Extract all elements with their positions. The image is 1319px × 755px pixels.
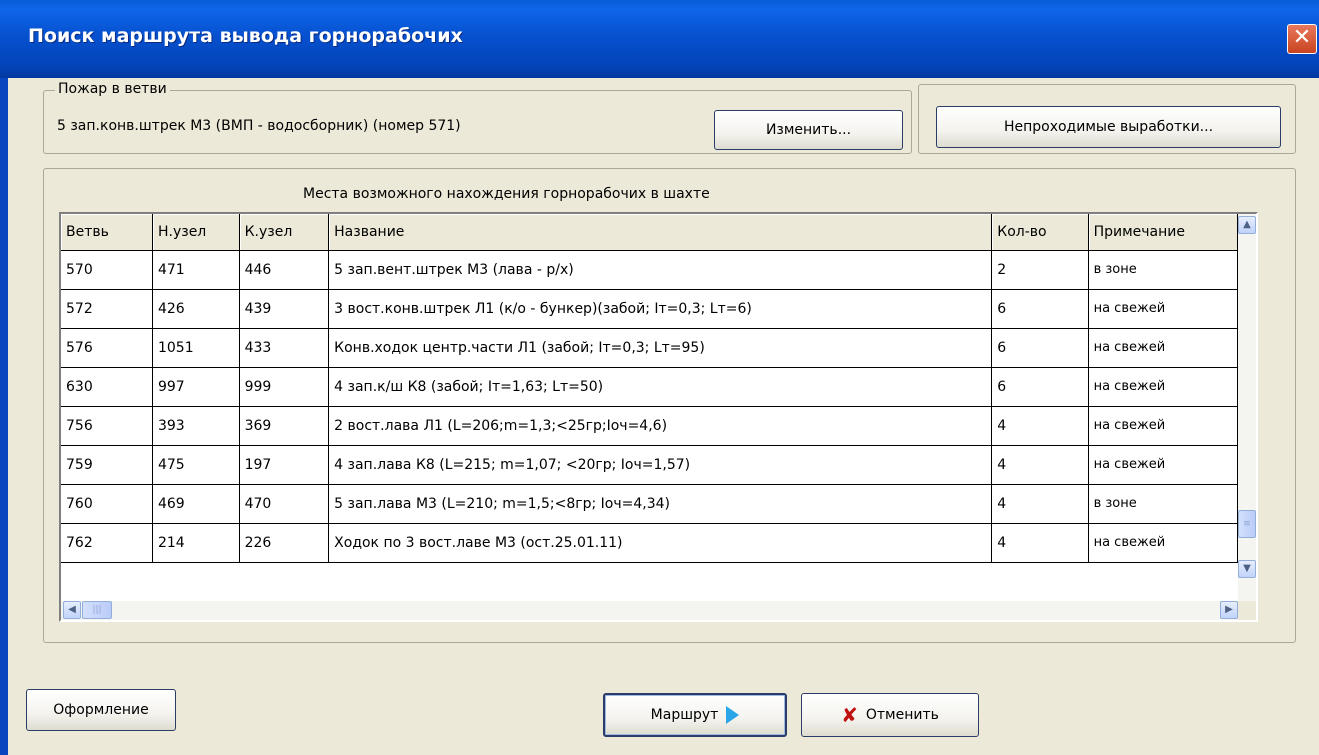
cell-note: на свежей	[1088, 289, 1238, 329]
cancel-button[interactable]: ✘ Отменить	[801, 693, 979, 737]
column-header-name[interactable]: Название	[328, 214, 993, 251]
column-header-count[interactable]: Кол-во	[991, 214, 1089, 251]
table-row[interactable]: 760 469 470 5 зап.лава М3 (L=210; m=1,5;…	[61, 484, 1238, 524]
column-header-branch[interactable]: Ветвь	[61, 214, 153, 251]
cell-start-node: 214	[152, 523, 240, 563]
cell-branch: 762	[61, 523, 153, 563]
cell-name: 4 зап.лава К8 (L=215; m=1,07; <20гр; Iоч…	[328, 445, 993, 485]
design-button[interactable]: Оформление	[26, 689, 176, 731]
table-caption: Места возможного нахождения горнорабочих…	[303, 186, 710, 202]
cell-end-node: 439	[239, 289, 330, 329]
scroll-left-button[interactable]: ◀	[63, 601, 81, 619]
cell-start-node: 997	[152, 367, 240, 407]
cell-start-node: 393	[152, 406, 240, 446]
cancel-button-label: Отменить	[865, 707, 939, 723]
chevron-right-icon: ▶	[1225, 604, 1233, 615]
workers-table: Ветвь Н.узел К.узел Название Кол-во Прим…	[61, 214, 1238, 563]
table-row[interactable]: 756 393 369 2 вост.лава Л1 (L=206;m=1,3;…	[61, 406, 1238, 446]
cell-end-node: 999	[239, 367, 330, 407]
cell-count: 6	[991, 367, 1089, 407]
chevron-down-icon: ▼	[1243, 563, 1251, 574]
cell-note: на свежей	[1088, 367, 1238, 407]
route-button[interactable]: Маршрут	[603, 693, 787, 737]
cell-name: Ходок по 3 вост.лаве М3 (ост.25.01.11)	[328, 523, 993, 563]
cell-branch: 759	[61, 445, 153, 485]
route-button-label: Маршрут	[650, 707, 719, 723]
cell-end-node: 369	[239, 406, 330, 446]
column-header-start-node[interactable]: Н.узел	[152, 214, 240, 251]
table-row[interactable]: 759 475 197 4 зап.лава К8 (L=215; m=1,07…	[61, 445, 1238, 485]
cell-count: 2	[991, 250, 1089, 290]
cell-count: 4	[991, 445, 1089, 485]
close-icon: ✕	[1292, 25, 1312, 50]
cell-note: на свежей	[1088, 406, 1238, 446]
chevron-left-icon: ◀	[68, 604, 76, 615]
impassable-workings-button[interactable]: Непроходимые выработки...	[936, 106, 1281, 148]
cell-end-node: 197	[239, 445, 330, 485]
dialog-window: Поиск маршрута вывода горнорабочих ✕ Пож…	[0, 0, 1319, 755]
column-header-note[interactable]: Примечание	[1088, 214, 1238, 251]
title-bar[interactable]: Поиск маршрута вывода горнорабочих ✕	[0, 0, 1319, 78]
vertical-scroll-thumb[interactable]: ≡	[1238, 510, 1256, 538]
cell-branch: 630	[61, 367, 153, 407]
cell-branch: 760	[61, 484, 153, 524]
scroll-up-button[interactable]: ▲	[1238, 216, 1256, 234]
cell-end-node: 226	[239, 523, 330, 563]
chevron-up-icon: ▲	[1243, 219, 1251, 230]
cell-branch: 572	[61, 289, 153, 329]
table-row[interactable]: 576 1051 433 Конв.ходок центр.части Л1 (…	[61, 328, 1238, 368]
table-row[interactable]: 570 471 446 5 зап.вент.штрек М3 (лава - …	[61, 250, 1238, 290]
cell-note: на свежей	[1088, 328, 1238, 368]
scrollbar-corner	[1238, 601, 1256, 620]
cell-name: 5 зап.вент.штрек М3 (лава - р/х)	[328, 250, 993, 290]
cell-count: 4	[991, 484, 1089, 524]
red-x-icon: ✘	[841, 703, 858, 727]
table-header-row: Ветвь Н.узел К.узел Название Кол-во Прим…	[61, 214, 1238, 251]
table-row[interactable]: 572 426 439 3 вост.конв.штрек Л1 (к/о - …	[61, 289, 1238, 329]
workers-grid[interactable]: Ветвь Н.узел К.узел Название Кол-во Прим…	[59, 212, 1258, 622]
cell-start-node: 1051	[152, 328, 240, 368]
cell-note: в зоне	[1088, 484, 1238, 524]
cell-note: на свежей	[1088, 445, 1238, 485]
cell-branch: 756	[61, 406, 153, 446]
cell-start-node: 426	[152, 289, 240, 329]
vertical-scrollbar[interactable]: ▲ ≡ ▼	[1238, 214, 1256, 601]
grid-viewport: Ветвь Н.узел К.узел Название Кол-во Прим…	[61, 214, 1238, 601]
cell-note: в зоне	[1088, 250, 1238, 290]
cell-branch: 570	[61, 250, 153, 290]
horizontal-scroll-thumb[interactable]: |||	[82, 601, 112, 619]
fire-branch-text: 5 зап.конв.штрек М3 (ВМП - водосборник) …	[57, 118, 461, 134]
column-header-end-node[interactable]: К.узел	[239, 214, 330, 251]
cell-end-node: 433	[239, 328, 330, 368]
cell-count: 6	[991, 289, 1089, 329]
cell-name: 3 вост.конв.штрек Л1 (к/о - бункер)(забо…	[328, 289, 993, 329]
cell-name: 4 зап.к/ш К8 (забой; Iт=1,63; Lт=50)	[328, 367, 993, 407]
cell-note: на свежей	[1088, 523, 1238, 563]
fire-legend: Пожар в ветви	[55, 81, 170, 97]
play-arrow-icon	[726, 706, 740, 724]
cell-start-node: 471	[152, 250, 240, 290]
window-border-left	[0, 78, 8, 755]
cell-start-node: 475	[152, 445, 240, 485]
window-title: Поиск маршрута вывода горнорабочих	[28, 25, 463, 47]
table-row[interactable]: 762 214 226 Ходок по 3 вост.лаве М3 (ост…	[61, 523, 1238, 563]
cell-name: Конв.ходок центр.части Л1 (забой; Iт=0,3…	[328, 328, 993, 368]
scroll-down-button[interactable]: ▼	[1238, 560, 1256, 578]
cell-name: 5 зап.лава М3 (L=210; m=1,5;<8гр; Iоч=4,…	[328, 484, 993, 524]
change-button[interactable]: Изменить...	[714, 110, 903, 150]
cell-name: 2 вост.лава Л1 (L=206;m=1,3;<25гр;Iоч=4,…	[328, 406, 993, 446]
cell-end-node: 470	[239, 484, 330, 524]
cell-count: 6	[991, 328, 1089, 368]
cell-count: 4	[991, 523, 1089, 563]
horizontal-scrollbar[interactable]: ◀ ||| ▶	[61, 601, 1238, 620]
cell-start-node: 469	[152, 484, 240, 524]
cell-branch: 576	[61, 328, 153, 368]
cell-count: 4	[991, 406, 1089, 446]
cell-end-node: 446	[239, 250, 330, 290]
close-button[interactable]: ✕	[1287, 24, 1317, 54]
table-row[interactable]: 630 997 999 4 зап.к/ш К8 (забой; Iт=1,63…	[61, 367, 1238, 407]
scroll-right-button[interactable]: ▶	[1220, 601, 1238, 619]
